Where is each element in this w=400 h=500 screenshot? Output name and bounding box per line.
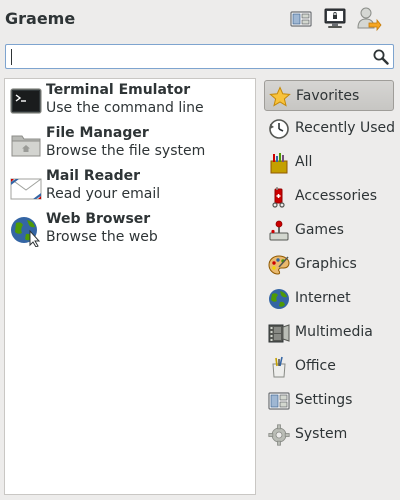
app-name: Mail Reader [46, 168, 140, 184]
category-favorites[interactable]: Favorites [264, 80, 394, 111]
gear-icon [268, 424, 290, 446]
category-multimedia[interactable]: Multimedia [264, 317, 394, 348]
category-label: Settings [295, 392, 353, 408]
logout-button[interactable] [355, 7, 383, 35]
category-label: Games [295, 222, 344, 238]
clock-icon [268, 118, 290, 140]
text-cursor [11, 49, 12, 65]
category-accessories[interactable]: Accessories [264, 181, 394, 212]
settings-icon [290, 10, 312, 32]
category-system[interactable]: System [264, 419, 394, 450]
settings-icon [268, 390, 290, 412]
app-description: Use the command line [46, 100, 204, 116]
lock-screen-button[interactable] [321, 7, 349, 35]
category-label: Recently Used [295, 120, 396, 136]
magnifier-icon[interactable] [372, 48, 390, 66]
search-input[interactable] [10, 47, 370, 66]
category-internet[interactable]: Internet [264, 283, 394, 314]
lock-screen-icon [323, 8, 347, 34]
all-icon [268, 152, 290, 174]
logout-icon [356, 6, 382, 36]
category-all[interactable]: All [264, 147, 394, 178]
category-settings[interactable]: Settings [264, 385, 394, 416]
category-games[interactable]: Games [264, 215, 394, 246]
category-office[interactable]: Office [264, 351, 394, 382]
category-label: All [295, 154, 313, 170]
app-name: Web Browser [46, 211, 151, 227]
office-icon [268, 356, 290, 378]
settings-button[interactable] [287, 7, 315, 35]
star-icon [269, 86, 291, 108]
category-label: System [295, 426, 348, 442]
category-label: Multimedia [295, 324, 373, 340]
terminal-icon [10, 86, 42, 118]
category-label: Favorites [296, 88, 360, 104]
globe-icon [268, 288, 290, 310]
app-description: Browse the web [46, 229, 158, 245]
film-icon [268, 322, 290, 344]
app-item-mail-reader[interactable]: Mail Reader Read your email [8, 166, 248, 206]
header: Graeme [0, 0, 400, 42]
app-item-file-manager[interactable]: File Manager Browse the file system [8, 123, 248, 163]
joystick-icon [268, 220, 290, 242]
app-item-terminal-emulator[interactable]: Terminal Emulator Use the command line [8, 80, 248, 120]
category-label: Internet [295, 290, 351, 306]
app-item-web-browser[interactable]: Web Browser Browse the web [8, 209, 248, 249]
accessories-icon [268, 186, 290, 208]
app-name: Terminal Emulator [46, 82, 191, 98]
category-label: Accessories [295, 188, 378, 204]
mail-icon [10, 172, 42, 204]
app-name: File Manager [46, 125, 149, 141]
palette-icon [268, 254, 290, 276]
app-description: Read your email [46, 186, 161, 202]
search-field[interactable] [5, 44, 394, 69]
globe-icon [10, 215, 42, 248]
category-label: Graphics [295, 256, 357, 272]
category-recently-used[interactable]: Recently Used [264, 113, 396, 144]
category-label: Office [295, 358, 336, 374]
folder-icon [10, 129, 42, 161]
username-label: Graeme [5, 9, 76, 28]
application-list: Terminal Emulator Use the command line F… [4, 78, 256, 495]
category-graphics[interactable]: Graphics [264, 249, 394, 280]
app-description: Browse the file system [46, 143, 206, 159]
